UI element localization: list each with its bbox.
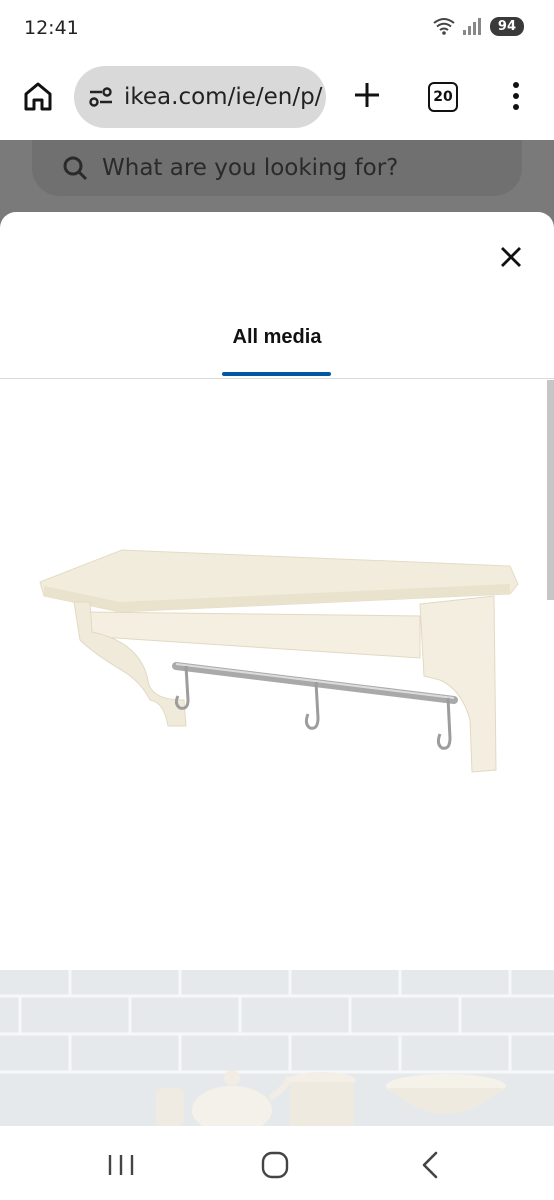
close-icon[interactable] bbox=[496, 242, 526, 272]
search-bar: What are you looking for? bbox=[32, 140, 522, 196]
tab-all-media[interactable]: All media bbox=[222, 326, 332, 349]
site-info-icon[interactable] bbox=[88, 85, 114, 109]
search-placeholder: What are you looking for? bbox=[102, 155, 399, 181]
tabs-count: 20 bbox=[433, 89, 453, 105]
home-icon[interactable] bbox=[20, 78, 56, 114]
battery-badge: 94 bbox=[489, 16, 524, 36]
signal-icon bbox=[462, 18, 481, 35]
tab-selected-indicator bbox=[222, 372, 331, 376]
product-image-kitchen[interactable] bbox=[0, 970, 554, 1126]
tabs-count-button[interactable]: 20 bbox=[428, 82, 458, 112]
status-icons: 94 bbox=[432, 16, 524, 36]
tab-divider bbox=[0, 378, 554, 379]
new-tab-icon[interactable] bbox=[350, 78, 384, 112]
media-modal: All media bbox=[0, 212, 554, 1126]
status-bar: 12:41 94 bbox=[0, 0, 554, 56]
scrollbar-thumb[interactable] bbox=[547, 380, 554, 600]
more-menu-icon[interactable] bbox=[506, 80, 526, 112]
recents-icon[interactable] bbox=[106, 1152, 136, 1178]
home-icon[interactable] bbox=[261, 1151, 289, 1179]
browser-toolbar: ikea.com/ie/en/p/ 20 bbox=[0, 56, 554, 140]
system-navigation-bar bbox=[0, 1126, 554, 1200]
status-time: 12:41 bbox=[24, 17, 79, 39]
search-icon bbox=[63, 156, 88, 181]
address-bar[interactable]: ikea.com/ie/en/p/ bbox=[74, 66, 326, 128]
back-icon[interactable] bbox=[420, 1150, 440, 1180]
url-text: ikea.com/ie/en/p/ bbox=[124, 84, 323, 110]
wifi-icon bbox=[433, 18, 455, 35]
product-image-shelf[interactable] bbox=[0, 380, 548, 970]
